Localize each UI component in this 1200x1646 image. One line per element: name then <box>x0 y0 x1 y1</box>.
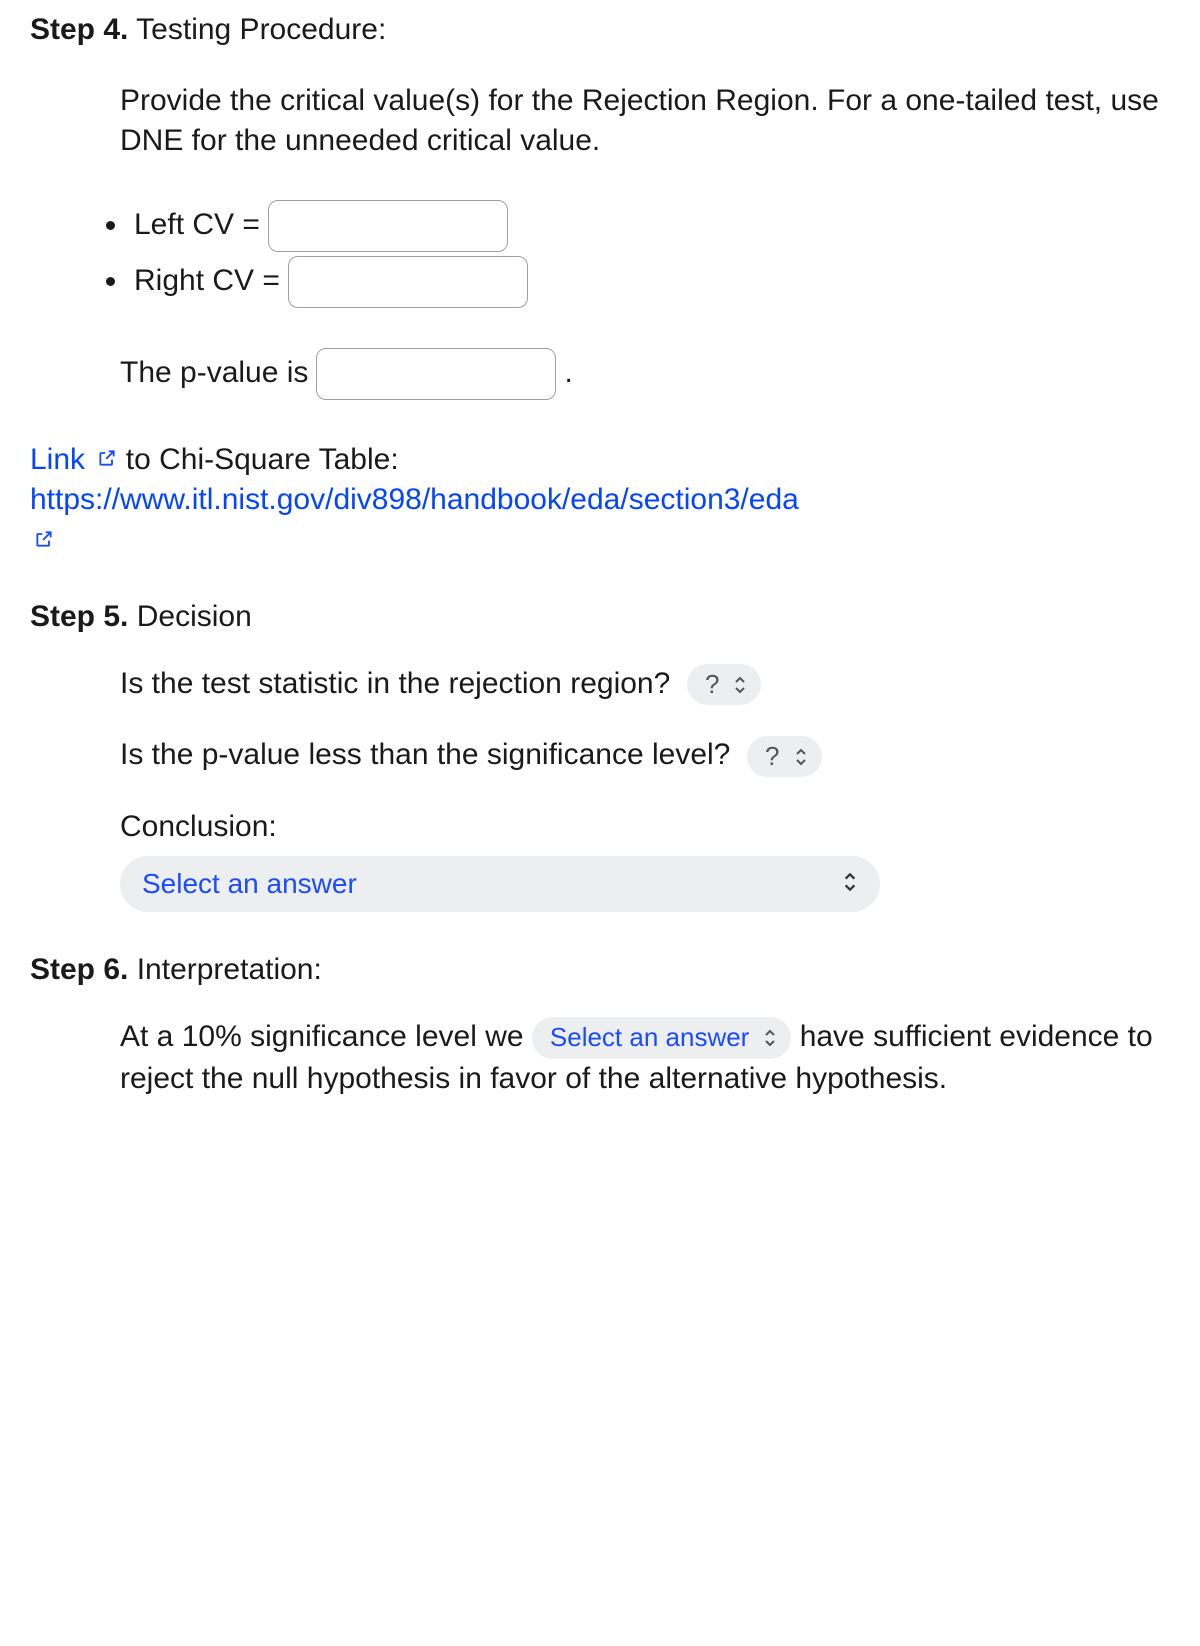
left-cv-item: Left CV = <box>130 200 1200 252</box>
step4-instruction: Provide the critical value(s) for the Re… <box>120 81 1200 162</box>
step6-text: At a 10% significance level we Select an… <box>120 1017 1200 1099</box>
step6-heading: Step 6. Interpretation: <box>30 950 1200 991</box>
chevron-updown-icon <box>763 1028 777 1048</box>
step4-heading: Step 4. Testing Procedure: <box>30 10 1200 51</box>
chevron-updown-icon <box>794 747 808 767</box>
chevron-updown-icon <box>733 675 747 695</box>
rejection-region-select[interactable]: ? <box>687 664 761 706</box>
right-cv-label: Right CV = <box>134 261 280 302</box>
right-cv-input[interactable] <box>288 256 528 308</box>
external-link-icon <box>97 448 117 468</box>
step5-heading: Step 5. Decision <box>30 597 1200 638</box>
right-cv-item: Right CV = <box>130 256 1200 308</box>
step6-title: Interpretation: <box>137 953 322 986</box>
step5-block: Is the test statistic in the rejection r… <box>120 664 1200 913</box>
conclusion-label: Conclusion: <box>120 807 1170 848</box>
conclusion-select[interactable]: Select an answer <box>120 856 880 913</box>
pvalue-prefix: The p-value is <box>120 353 308 394</box>
interpretation-select[interactable]: Select an answer <box>532 1017 791 1059</box>
left-cv-label: Left CV = <box>134 205 260 246</box>
step6-label: Step 6. <box>30 953 128 986</box>
question-pvalue-level: Is the p-value less than the significanc… <box>120 735 1170 777</box>
chi-square-url[interactable]: https://www.itl.nist.gov/div898/handbook… <box>30 483 799 516</box>
pvalue-line: The p-value is . <box>120 348 1200 400</box>
interp-text-a: At a 10% significance level we <box>120 1020 532 1053</box>
step5-title: Decision <box>137 600 252 633</box>
question-rejection-region: Is the test statistic in the rejection r… <box>120 664 1170 706</box>
chevron-updown-icon <box>842 864 858 905</box>
chi-square-link-block: Link to Chi-Square Table: https://www.it… <box>30 440 1200 562</box>
cv-list: Left CV = Right CV = <box>90 200 1200 308</box>
step4-label: Step 4. <box>30 13 128 46</box>
page-root: Step 4. Testing Procedure: Provide the c… <box>0 0 1200 1646</box>
link-mid-text: to Chi-Square Table: <box>126 443 399 476</box>
link-word[interactable]: Link <box>30 443 126 476</box>
pvalue-input[interactable] <box>316 348 556 400</box>
external-link-icon <box>34 529 54 549</box>
step5-label: Step 5. <box>30 600 128 633</box>
left-cv-input[interactable] <box>268 200 508 252</box>
pvalue-level-select[interactable]: ? <box>747 736 821 778</box>
pvalue-suffix: . <box>564 353 572 394</box>
step4-title: Testing Procedure: <box>136 13 386 46</box>
